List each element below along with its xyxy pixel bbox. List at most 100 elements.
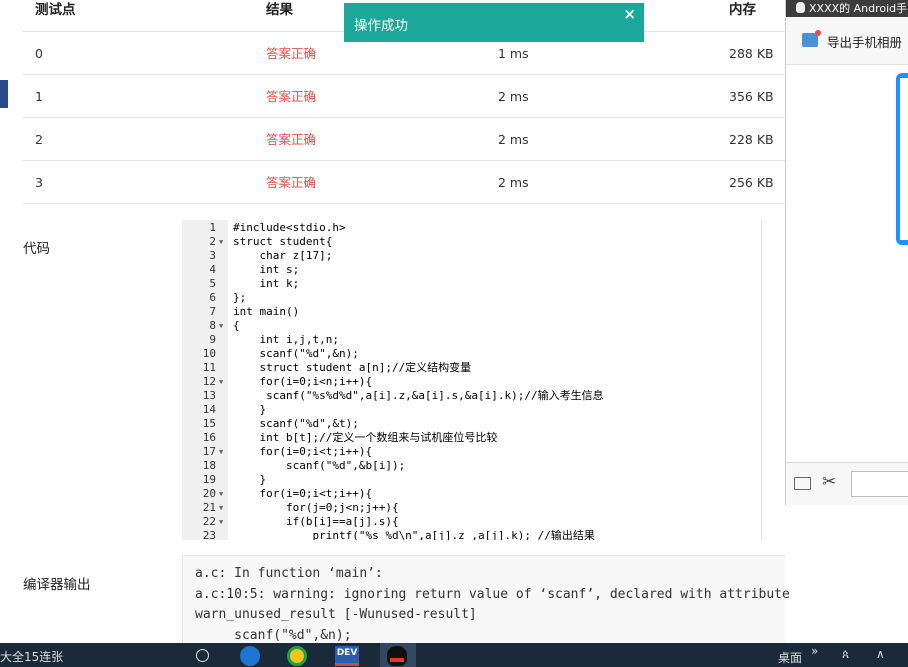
header-result: 结果 <box>266 2 293 18</box>
desktop-label[interactable]: 桌面 <box>778 649 802 666</box>
code-line: 23 printf("%s %d\n",a[j].z ,a[j].k); //输… <box>182 529 761 540</box>
code-line: 13 scanf("%s%d%d",a[i].z,&a[i].s,&a[i].k… <box>182 389 761 403</box>
cell-result: 答案正确 <box>266 175 317 190</box>
line-number: 9 <box>209 333 216 346</box>
scissors-icon[interactable]: ✂ <box>822 472 836 492</box>
cell-memory: 356 KB <box>729 89 774 104</box>
code-line: 20 ▼ for(i=0;i<t;i++){ <box>182 487 761 501</box>
cell-time: 2 ms <box>498 132 529 147</box>
chat-title-bar: XXXX的 Android手 <box>786 0 908 17</box>
code-text: int main() <box>233 305 300 318</box>
code-text: int s; <box>233 263 300 276</box>
ball-app-icon[interactable] <box>287 646 307 666</box>
code-line: 11 struct student a[n];//定义结构变量 <box>182 361 761 375</box>
line-number: 7 <box>209 305 216 318</box>
code-line: 15 scanf("%d",&t); <box>182 417 761 431</box>
cell-time: 2 ms <box>498 89 529 104</box>
dev-cpp-icon[interactable]: DEV <box>335 646 359 666</box>
code-text: int k; <box>233 277 300 290</box>
code-text: if(b[i]==a[j].s){ <box>233 515 399 528</box>
chat-panel: XXXX的 Android手 导出手机相册 ✂ <box>785 0 908 505</box>
line-number: 2 <box>209 235 216 248</box>
code-line: 12 ▼ for(i=0;i<n;i++){ <box>182 375 761 389</box>
cell-memory: 288 KB <box>729 46 774 61</box>
cortana-icon[interactable] <box>196 649 209 662</box>
line-number: 21 <box>202 501 216 514</box>
table-row: 1 答案正确 2 ms 356 KB <box>23 75 785 118</box>
header-test-point: 测试点 <box>35 2 76 18</box>
line-number: 12 <box>202 375 216 388</box>
fold-arrow-icon[interactable]: ▼ <box>219 235 223 249</box>
line-number: 17 <box>202 445 216 458</box>
code-line: 9 int i,j,t,n; <box>182 333 761 347</box>
code-text: printf("%s %d\n",a[j].z ,a[j].k); //输出结果 <box>233 529 595 540</box>
code-text: int b[t];//定义一个数组来与试机座位号比较 <box>233 431 498 444</box>
fold-arrow-icon[interactable]: ▼ <box>219 319 223 333</box>
line-number: 18 <box>202 459 216 472</box>
line-number: 11 <box>202 361 216 374</box>
table-row: 2 答案正确 2 ms 228 KB <box>23 118 785 161</box>
line-number: 15 <box>202 417 216 430</box>
line-number: 5 <box>209 277 216 290</box>
cell-memory: 256 KB <box>729 175 774 190</box>
toast-close-icon[interactable]: × <box>623 5 636 23</box>
code-line: 1 #include<stdio.h> <box>182 221 761 235</box>
code-line: 16 int b[t];//定义一个数组来与试机座位号比较 <box>182 431 761 445</box>
code-line: 21 ▼ for(j=0;j<n;j++){ <box>182 501 761 515</box>
success-toast: 操作成功 × <box>344 3 644 42</box>
fold-arrow-icon[interactable]: ▼ <box>219 375 223 389</box>
compiler-output-label: 编译器输出 <box>23 577 91 593</box>
compiler-output: a.c: In function ‘main’: a.c:10:5: warni… <box>182 555 790 655</box>
code-text: scanf("%s%d%d",a[i].z,&a[i].s,&a[i].k);/… <box>233 389 604 402</box>
cell-result: 答案正确 <box>266 132 317 147</box>
cell-result: 答案正确 <box>266 46 317 61</box>
cell-memory: 228 KB <box>729 132 774 147</box>
fold-arrow-icon[interactable]: ▼ <box>219 487 223 501</box>
code-line: 2 ▼ struct student{ <box>182 235 761 249</box>
code-text: for(j=0;j<n;j++){ <box>233 501 399 514</box>
qq-icon[interactable] <box>387 646 407 666</box>
line-number: 10 <box>202 347 216 360</box>
code-text: for(i=0;i<t;i++){ <box>233 445 373 458</box>
code-line: 6}; <box>182 291 761 305</box>
chat-input-bar: ✂ <box>786 462 908 505</box>
code-line: 19 } <box>182 473 761 487</box>
code-text: #include<stdio.h> <box>233 221 346 234</box>
code-text: struct student{ <box>233 235 333 248</box>
line-number: 1 <box>209 221 216 234</box>
more-icon[interactable]: » <box>811 644 818 658</box>
export-album-button[interactable]: 导出手机相册 <box>827 32 902 51</box>
line-number: 6 <box>209 291 216 304</box>
code-text: for(i=0;i<n;i++){ <box>233 375 373 388</box>
code-text: } <box>233 403 267 416</box>
tray-up-icon[interactable]: ∧ <box>876 647 885 661</box>
code-text: for(i=0;i<t;i++){ <box>233 487 373 500</box>
code-line: 7 int main() <box>182 305 761 319</box>
fold-arrow-icon[interactable]: ▼ <box>219 515 223 529</box>
left-edge-strip <box>0 80 8 108</box>
code-line: 18 scanf("%d",&b[i]); <box>182 459 761 473</box>
code-line: 4 int s; <box>182 263 761 277</box>
folder-icon[interactable] <box>794 477 811 490</box>
message-bubble <box>896 73 908 245</box>
people-icon[interactable]: ጰ <box>842 647 849 662</box>
line-number: 8 <box>209 319 216 332</box>
line-number: 22 <box>202 515 216 528</box>
line-number: 20 <box>202 487 216 500</box>
code-editor[interactable]: 1 #include<stdio.h> 2 ▼ struct student{3 cha… <box>182 220 762 540</box>
edge-browser-icon[interactable] <box>240 646 260 666</box>
line-number: 4 <box>209 263 216 276</box>
code-line: 5 int k; <box>182 277 761 291</box>
code-line: 10 scanf("%d",&n); <box>182 347 761 361</box>
fold-arrow-icon[interactable]: ▼ <box>219 501 223 515</box>
taskbar: 大全15连张 DEV 桌面 » ጰ ∧ <box>0 643 908 667</box>
chat-input[interactable] <box>851 471 908 497</box>
code-line: 22 ▼ if(b[i]==a[j].s){ <box>182 515 761 529</box>
cell-point: 2 <box>35 132 43 147</box>
cell-result: 答案正确 <box>266 89 317 104</box>
taskbar-search-text[interactable]: 大全15连张 <box>0 648 63 665</box>
code-text: } <box>233 473 267 486</box>
code-text: scanf("%d",&b[i]); <box>233 459 406 472</box>
code-line: 3 char z[17]; <box>182 249 761 263</box>
fold-arrow-icon[interactable]: ▼ <box>219 445 223 459</box>
